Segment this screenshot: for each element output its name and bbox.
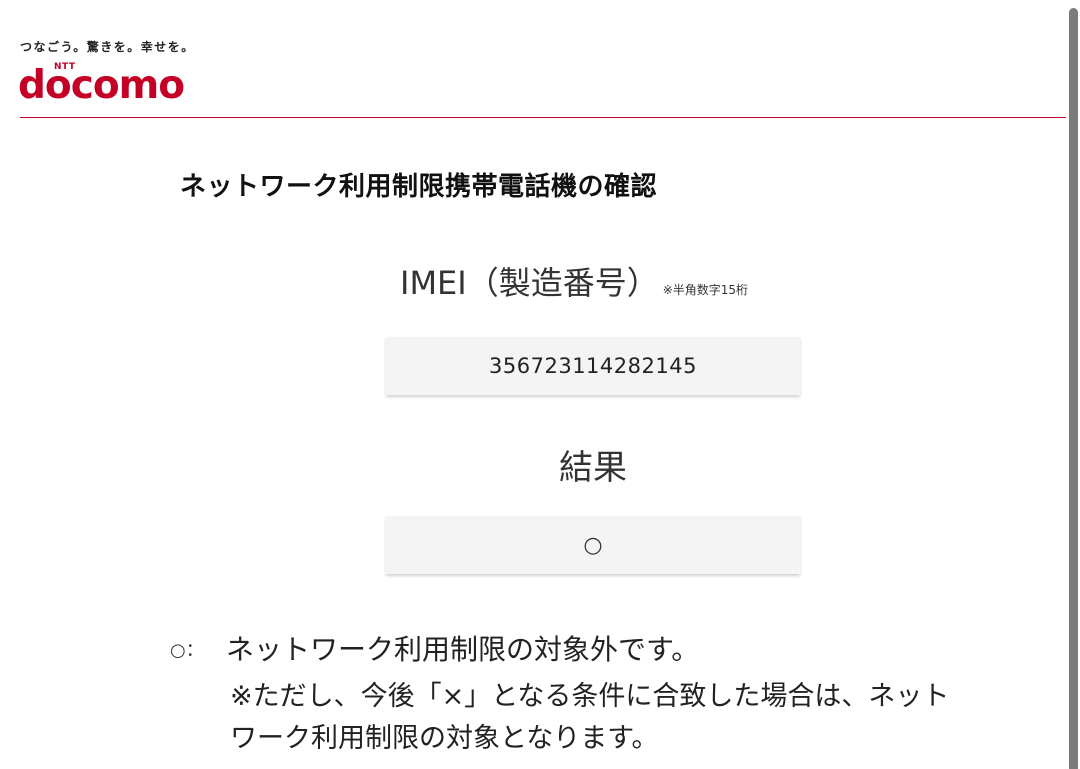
legend-note: ※ただし、今後「×」となる条件に合致した場合は、ネット ワーク利用制限の対象とな…: [230, 676, 990, 760]
logo-wordmark: docomo: [18, 63, 185, 108]
result-label: 結果: [559, 448, 627, 488]
legend-main-text: ネットワーク利用制限の対象外です。: [226, 633, 700, 666]
vertical-scrollbar[interactable]: [1066, 0, 1080, 769]
imei-label: IMEI（製造番号）: [400, 264, 659, 302]
imei-value-field: 356723114282145: [386, 337, 800, 395]
result-circle-symbol: ○: [583, 532, 603, 558]
docomo-logo[interactable]: NTT docomo: [18, 62, 208, 110]
page-title: ネットワーク利用制限携帯電話機の確認: [180, 172, 658, 202]
imei-format-note: ※半角数字15桁: [662, 283, 749, 297]
header-divider: [20, 117, 1080, 118]
legend-circle-symbol: ○：: [170, 640, 204, 661]
page: つなごう。驚きを。幸せを。 NTT docomo ネットワーク利用制限携帯電話機…: [0, 0, 1080, 769]
legend-note-line: ※ただし、今後「×」となる条件に合致した場合は、ネット: [230, 681, 950, 712]
imei-label-row: IMEI（製造番号） ※半角数字15桁: [400, 258, 820, 304]
brand-tagline: つなごう。驚きを。幸せを。: [20, 40, 195, 54]
imei-value: 356723114282145: [489, 354, 697, 378]
scrollbar-thumb[interactable]: [1069, 8, 1078, 769]
result-value-field: ○: [386, 516, 800, 574]
legend-note-line: ワーク利用制限の対象となります。: [230, 723, 659, 754]
